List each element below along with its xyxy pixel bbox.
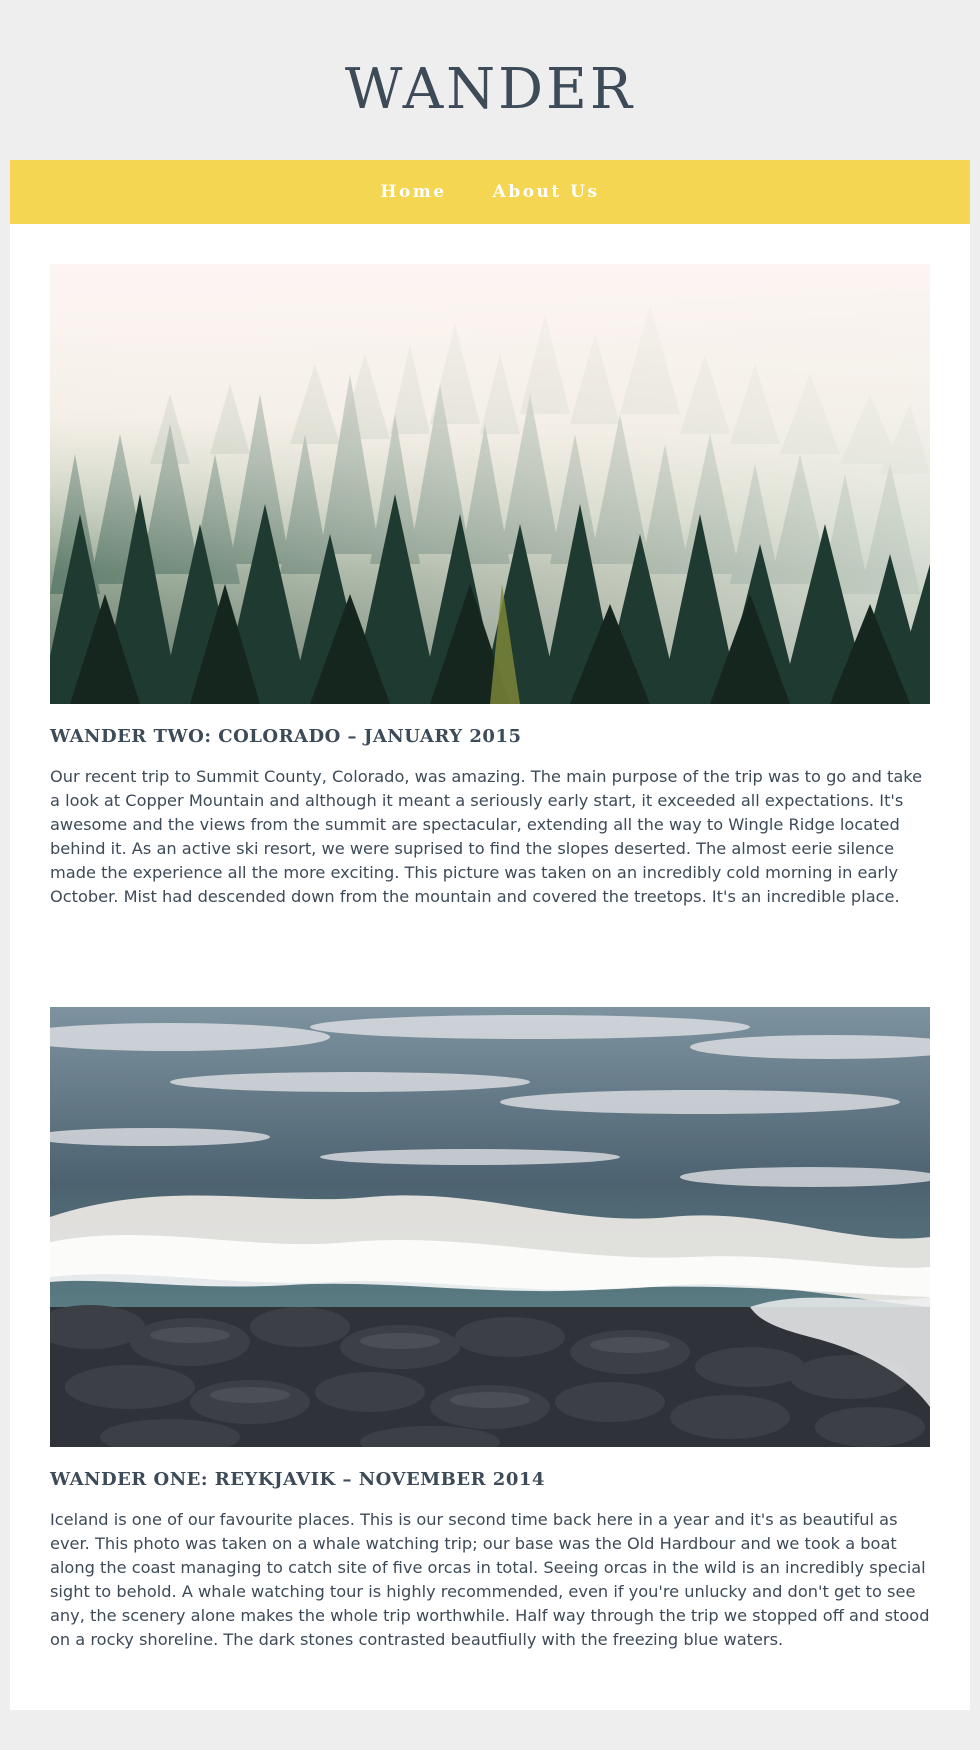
main-content: WANDER TWO: COLORADO – JANUARY 2015 Our … <box>10 224 970 1710</box>
blog-post-colorado: WANDER TWO: COLORADO – JANUARY 2015 Our … <box>50 264 930 909</box>
main-nav: Home About Us <box>10 160 970 224</box>
site-header: WANDER <box>0 0 980 160</box>
site-title: WANDER <box>344 57 636 122</box>
foggy-forest-image <box>50 264 930 704</box>
post-body: Our recent trip to Summit County, Colora… <box>50 767 923 906</box>
post-body: Iceland is one of our favourite places. … <box>50 1510 930 1649</box>
ocean-waves-image <box>50 1007 930 1447</box>
nav-link-about-us[interactable]: About Us <box>493 182 600 202</box>
nav-link-home[interactable]: Home <box>380 182 446 202</box>
post-title: WANDER ONE: REYKJAVIK – NOVEMBER 2014 <box>50 1469 545 1490</box>
blog-post-reykjavik: WANDER ONE: REYKJAVIK – NOVEMBER 2014 Ic… <box>50 1007 930 1652</box>
post-title: WANDER TWO: COLORADO – JANUARY 2015 <box>50 726 522 747</box>
